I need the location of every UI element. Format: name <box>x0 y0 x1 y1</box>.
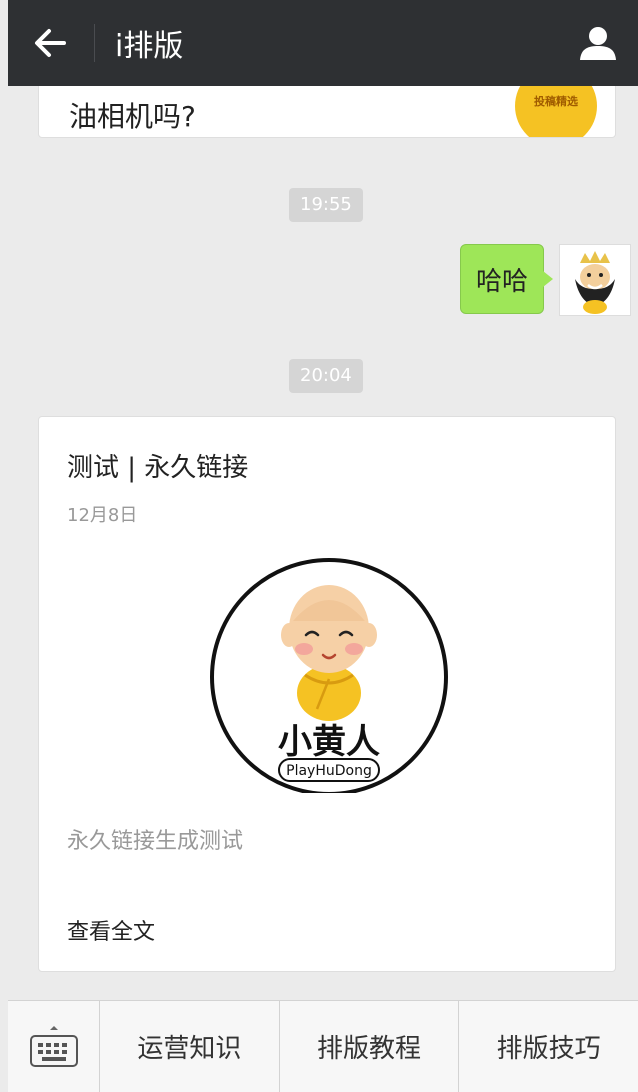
logo-title: 小黄人 <box>278 722 380 762</box>
article-title: 测试 | 永久链接 <box>67 453 249 483</box>
chat-area[interactable]: 油相机吗? 投稿精选 19:55 哈哈 20:04 测试 | 永久链接 12月8… <box>0 86 638 1000</box>
previous-article-badge: 投稿精选 <box>515 86 597 137</box>
timestamp: 19:55 <box>289 188 363 222</box>
article-summary: 永久链接生成测试 <box>67 829 244 854</box>
header-divider <box>94 24 95 62</box>
back-button[interactable] <box>8 0 94 86</box>
previous-article-text: 油相机吗? <box>69 100 196 133</box>
article-date: 12月8日 <box>67 505 138 526</box>
profile-button[interactable] <box>558 0 638 86</box>
timestamp: 20:04 <box>289 359 363 393</box>
arrow-left-icon <box>35 29 66 57</box>
user-avatar[interactable] <box>559 244 631 316</box>
previous-article-card[interactable]: 油相机吗? 投稿精选 <box>38 86 616 138</box>
monk-logo-image: 小黄人 PlayHuDong <box>210 558 448 793</box>
keyboard-toggle-button[interactable] <box>8 1001 100 1092</box>
read-full-text-link[interactable]: 查看全文 <box>67 914 155 946</box>
message-text: 哈哈 <box>475 266 528 297</box>
keyboard-icon <box>29 1026 78 1067</box>
badge-text: 投稿精选 <box>534 95 578 108</box>
bottom-menu-bar: 运营知识 排版教程 排版技巧 <box>8 1000 638 1092</box>
article-card[interactable]: 测试 | 永久链接 12月8日 小黄人 PlayHuDong 永久链接生成测试 … <box>38 416 616 972</box>
menu-item-layout-tips[interactable]: 排版技巧 <box>459 1001 638 1092</box>
menu-item-operations[interactable]: 运营知识 <box>100 1001 280 1092</box>
page-title: i排版 <box>115 29 184 64</box>
top-nav-bar: i排版 <box>8 0 638 86</box>
menu-item-layout-tutorial[interactable]: 排版教程 <box>280 1001 460 1092</box>
logo-subtitle: PlayHuDong <box>286 763 372 779</box>
avatar-image <box>560 245 630 315</box>
article-cover-image: 小黄人 PlayHuDong <box>209 557 449 793</box>
outgoing-message-bubble[interactable]: 哈哈 <box>460 244 553 314</box>
user-icon <box>580 27 616 60</box>
